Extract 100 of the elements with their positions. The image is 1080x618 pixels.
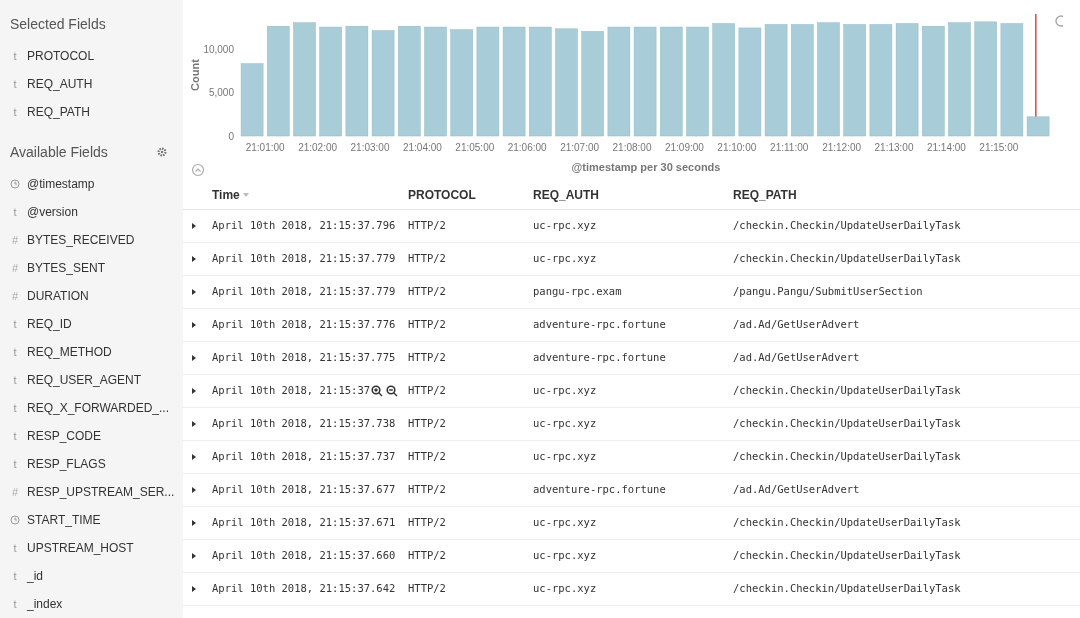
field-type-symbol: t	[12, 104, 18, 120]
expand-caret-icon[interactable]	[192, 355, 196, 361]
table-cell: April 10th 2018, 21:15:37.677	[212, 482, 396, 498]
field-name[interactable]: REQ_PATH	[27, 103, 90, 121]
field-name[interactable]: RESP_CODE	[27, 427, 102, 445]
chart-bar[interactable]	[948, 22, 971, 137]
field-name[interactable]: START_TIME	[27, 511, 101, 529]
chart-bar[interactable]	[502, 26, 526, 137]
x-tick-label: 21:04:00	[402, 142, 442, 153]
field-type-symbol: #	[10, 288, 20, 304]
x-tick-label: 21:15:00	[979, 142, 1019, 153]
table-cell-text: uc-rpc.xyz	[533, 416, 598, 432]
chart-bar[interactable]	[240, 63, 264, 137]
table-cell-text: uc-rpc.xyz	[533, 251, 598, 267]
expand-caret-icon[interactable]	[192, 223, 196, 229]
field-type-symbol: t	[12, 316, 18, 332]
field-name[interactable]: _index	[27, 595, 63, 613]
y-tick-label: 10,000	[203, 43, 234, 55]
x-tick-label: 21:08:00	[612, 142, 652, 153]
expand-caret-icon[interactable]	[192, 388, 196, 394]
chart-bar[interactable]	[660, 26, 683, 137]
zoom-out-icon[interactable]	[386, 385, 399, 397]
field-name[interactable]: BYTES_RECEIVED	[27, 231, 135, 249]
expand-caret-icon[interactable]	[192, 256, 196, 262]
table-cell-text: HTTP/2	[408, 317, 447, 333]
table-cell: April 10th 2018, 21:15:37.779	[212, 284, 396, 300]
x-tick-label: 21:09:00	[664, 142, 704, 153]
field-name[interactable]: UPSTREAM_HOST	[27, 539, 134, 557]
zoom-in-icon[interactable]	[371, 385, 384, 397]
table-cell-text: /ad.Ad/GetUserAdvert	[733, 482, 861, 498]
chart-bar[interactable]	[607, 26, 631, 137]
chart-bar[interactable]	[1026, 116, 1050, 137]
chart-bar[interactable]	[345, 25, 369, 137]
expand-caret-icon[interactable]	[192, 289, 196, 295]
expand-caret-icon[interactable]	[192, 421, 196, 427]
expand-caret-icon[interactable]	[192, 520, 196, 526]
chart-bar[interactable]	[476, 26, 500, 137]
column-header[interactable]: REQ_PATH	[733, 185, 797, 204]
expand-caret-icon[interactable]	[192, 487, 196, 493]
expand-caret-icon[interactable]	[192, 322, 196, 328]
table-cell: April 10th 2018, 21:15:37	[212, 383, 371, 399]
chart-bar[interactable]	[974, 21, 997, 137]
expand-caret-icon[interactable]	[192, 586, 196, 592]
field-name[interactable]: RESP_FLAGS	[27, 455, 106, 473]
field-type-symbol: #	[10, 484, 20, 500]
table-cell: April 10th 2018, 21:15:37.671	[212, 515, 396, 531]
chart-bar[interactable]	[555, 28, 578, 137]
chart-bar[interactable]	[922, 25, 945, 137]
table-cell-text: /checkin.Checkin/UpdateUserDailyTask	[733, 548, 962, 564]
column-header[interactable]: REQ_AUTH	[533, 185, 599, 204]
settings-icon[interactable]	[157, 147, 167, 157]
field-name[interactable]: REQ_ID	[27, 315, 72, 333]
chart-bar[interactable]	[529, 26, 552, 137]
table-cell: April 10th 2018, 21:15:37.775	[212, 350, 396, 366]
collapse-icon[interactable]	[191, 163, 205, 177]
field-name[interactable]: REQ_X_FORWARDED_...	[27, 399, 170, 417]
chart-bar[interactable]	[817, 22, 840, 137]
chart-bar[interactable]	[633, 26, 657, 137]
field-type-symbol: t	[12, 540, 18, 556]
field-name[interactable]: REQ_METHOD	[27, 343, 112, 361]
expand-caret-icon[interactable]	[192, 454, 196, 460]
table-cell-text: uc-rpc.xyz	[533, 218, 598, 234]
field-name[interactable]: @version	[27, 203, 78, 221]
chart-bar[interactable]	[371, 30, 395, 137]
chart-bar[interactable]	[895, 23, 919, 137]
field-name[interactable]: @timestamp	[27, 175, 95, 193]
chart-bar[interactable]	[1000, 23, 1024, 137]
table-cell-text: HTTP/2	[408, 350, 447, 366]
expand-caret-icon[interactable]	[192, 553, 196, 559]
table-cell-text: HTTP/2	[408, 218, 447, 234]
chart-bar[interactable]	[293, 22, 316, 137]
field-name[interactable]: _id	[27, 567, 43, 585]
chart-bar[interactable]	[686, 26, 709, 137]
chart-bar[interactable]	[869, 24, 893, 137]
field-name[interactable]: REQ_AUTH	[27, 75, 93, 93]
field-name[interactable]: PROTOCOL	[27, 47, 95, 65]
field-name[interactable]: RESP_UPSTREAM_SER...	[27, 483, 175, 501]
chart-bar[interactable]	[424, 26, 447, 137]
field-type-symbol: t	[12, 428, 18, 444]
chart-bar[interactable]	[398, 25, 421, 137]
x-tick-label: 21:10:00	[717, 142, 757, 153]
chart-bar[interactable]	[843, 24, 866, 137]
chart-bar[interactable]	[791, 24, 814, 137]
field-name[interactable]: BYTES_SENT	[27, 259, 106, 277]
field-name[interactable]: DURATION	[27, 287, 89, 305]
chart-bar[interactable]	[581, 31, 604, 137]
field-type-symbol: t	[12, 76, 18, 92]
table-cell-text: /checkin.Checkin/UpdateUserDailyTask	[733, 383, 962, 399]
chart-bar[interactable]	[764, 24, 788, 137]
column-header[interactable]: PROTOCOL	[408, 185, 476, 204]
chart-bar[interactable]	[319, 26, 342, 137]
table-cell-text: adventure-rpc.fortune	[533, 482, 667, 498]
column-header[interactable]: Time	[212, 185, 240, 204]
chart-bar[interactable]	[738, 27, 762, 137]
table-cell-text: /pangu.Pangu/SubmitUserSection	[733, 284, 924, 300]
chart-bar[interactable]	[712, 23, 735, 137]
field-name[interactable]: REQ_USER_AGENT	[27, 371, 142, 389]
chart-bar[interactable]	[450, 29, 473, 137]
chart-bar[interactable]	[267, 25, 290, 137]
sort-caret-icon[interactable]	[242, 192, 249, 197]
